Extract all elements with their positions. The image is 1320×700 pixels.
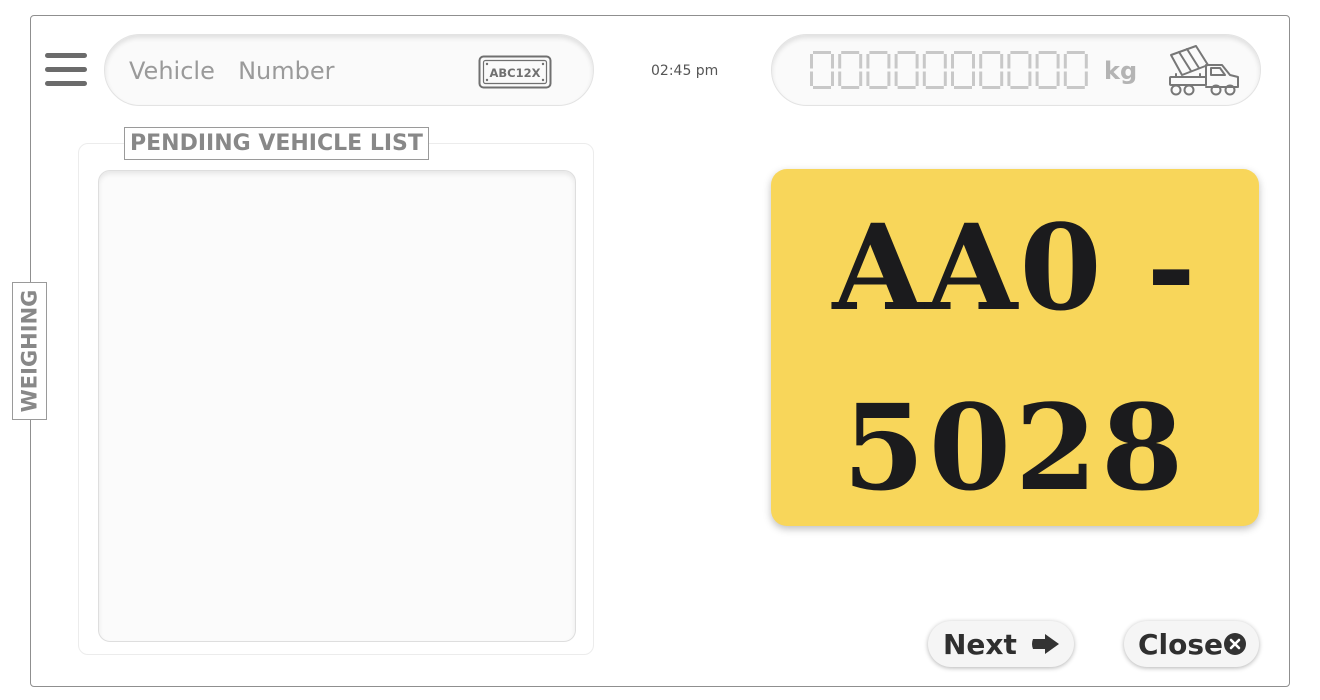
- license-plate-icon-text: ABC12X: [490, 66, 541, 80]
- pending-vehicle-list[interactable]: [98, 170, 576, 642]
- next-button[interactable]: Next: [928, 621, 1074, 667]
- plate-text-layer: AA0 - 5028: [831, 198, 1197, 517]
- weight-digit: [922, 51, 947, 89]
- weighing-tab-label: WEIGHING: [17, 289, 42, 413]
- weight-digit: [1035, 51, 1060, 89]
- close-button-label: Close: [1138, 627, 1224, 661]
- pending-list-title: PENDIING VEHICLE LIST: [124, 127, 429, 160]
- weight-digit: [866, 51, 891, 89]
- plate-line-1: AA0 -: [831, 198, 1197, 337]
- weight-digit: [1007, 51, 1032, 89]
- close-button[interactable]: Close: [1124, 621, 1259, 667]
- cement-mixer-truck-icon: [1169, 45, 1239, 96]
- arrow-right-icon: [1032, 634, 1059, 654]
- weight-digit: [894, 51, 919, 89]
- license-plate-icon[interactable]: ABC12X: [478, 55, 552, 89]
- weight-unit: kg: [1104, 57, 1138, 85]
- vehicle-number-input[interactable]: [127, 53, 471, 89]
- weight-value: [810, 51, 1088, 89]
- plate-line-2: 5028: [843, 378, 1187, 517]
- weighing-tab[interactable]: WEIGHING: [12, 282, 47, 420]
- weight-digit: [951, 51, 975, 89]
- next-button-label: Next: [943, 627, 1017, 661]
- weight-digit: [979, 51, 1004, 89]
- clock-time: 02:45 pm: [651, 63, 719, 79]
- weight-digit: [838, 51, 863, 89]
- hamburger-menu-icon[interactable]: [45, 53, 88, 87]
- weight-digit: [1063, 51, 1088, 89]
- weight-display: kg: [771, 34, 1261, 106]
- vehicle-number-search: ABC12X: [104, 34, 594, 106]
- weight-digit: [810, 51, 834, 89]
- close-circle-icon: [1224, 633, 1246, 655]
